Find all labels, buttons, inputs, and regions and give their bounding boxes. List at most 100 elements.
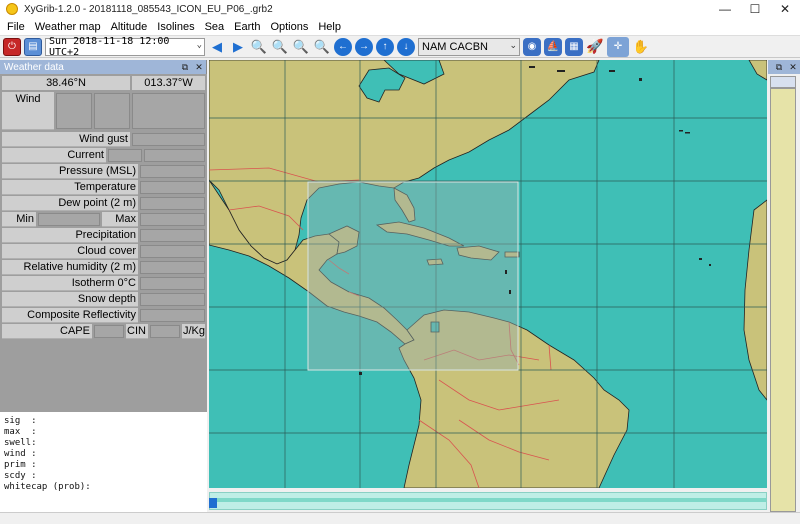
island xyxy=(679,130,683,132)
wind-row: Wind xyxy=(0,92,207,130)
chevron-down-icon: ⌄ xyxy=(196,39,202,50)
min-max-row: Min Max xyxy=(0,212,207,227)
menu-help[interactable]: Help xyxy=(313,21,346,33)
island xyxy=(359,372,362,375)
slider-track[interactable] xyxy=(209,492,767,510)
temperature-row: Temperature xyxy=(0,180,207,195)
wind-cell xyxy=(56,93,92,129)
move-right-icon[interactable]: → xyxy=(355,37,373,56)
float-icon[interactable]: ⧉ xyxy=(178,62,192,73)
reflectivity-value xyxy=(140,309,205,322)
island xyxy=(529,66,535,68)
close-button[interactable]: ✕ xyxy=(770,2,800,16)
panel-title: Weather data xyxy=(4,61,64,73)
panel-header: Weather data ⧉ ✕ xyxy=(0,60,206,74)
wave-line: sig : xyxy=(4,416,37,426)
color-scale-bar xyxy=(770,88,796,512)
current-row: Current xyxy=(0,148,207,163)
zoom-out-icon[interactable]: 🔍 xyxy=(271,38,289,56)
precipitation-row: Precipitation xyxy=(0,228,207,243)
cin-label: CIN xyxy=(127,325,146,337)
status-bar xyxy=(0,512,800,524)
zoom-selection-icon[interactable]: 🔍 xyxy=(313,38,331,56)
wind-gust-row: Wind gust xyxy=(0,132,207,147)
minimize-button[interactable]: — xyxy=(710,2,740,16)
pressure-row: Pressure (MSL) xyxy=(0,164,207,179)
snow-depth-value xyxy=(140,293,205,306)
wind-gust-value xyxy=(132,133,205,146)
island xyxy=(609,70,615,72)
move-left-icon[interactable]: ← xyxy=(334,37,352,56)
weather-data-panel: Weather data ⧉ ✕ 38.46°N 013.37°W Wind W… xyxy=(0,60,207,512)
model-select-value: NAM CACBN xyxy=(422,40,489,53)
next-date-icon[interactable]: ▶ xyxy=(229,38,247,56)
meteotable-icon[interactable]: ▦ xyxy=(565,37,583,56)
boat-icon[interactable]: ⛵ xyxy=(544,37,562,56)
island xyxy=(709,264,711,266)
zoom-in-icon[interactable]: 🔍 xyxy=(250,38,268,56)
color-scale-panel: ⧉ ✕ xyxy=(768,60,800,512)
cloud-cover-row: Cloud cover xyxy=(0,244,207,259)
island xyxy=(639,78,642,81)
precipitation-value xyxy=(140,229,205,242)
max-label: Max xyxy=(115,213,136,225)
crosshair-icon[interactable]: ✛ xyxy=(607,36,629,57)
date-select[interactable]: Sun 2018-11-18 12:00 UTC+2 ⌄ xyxy=(45,36,205,58)
app-icon xyxy=(6,3,18,15)
power-icon[interactable]: ⏻ xyxy=(3,37,21,56)
move-up-icon[interactable]: ↑ xyxy=(376,37,394,56)
menu-bar: File Weather map Altitude Isolines Sea E… xyxy=(0,18,800,36)
menu-earth[interactable]: Earth xyxy=(229,21,265,33)
wave-line: max : xyxy=(4,427,37,437)
wave-line: whitecap (prob): xyxy=(4,482,91,492)
temperature-label: Temperature xyxy=(74,181,136,193)
wave-line: wind : xyxy=(4,449,37,459)
open-file-icon[interactable]: ▤ xyxy=(24,37,42,56)
wind-gust-label: Wind gust xyxy=(79,133,128,145)
jkg-label: J/Kg xyxy=(182,325,205,337)
island xyxy=(685,132,690,134)
close-panel-icon[interactable]: ✕ xyxy=(786,62,800,73)
globe-download-icon[interactable]: ◉ xyxy=(523,37,541,56)
time-slider[interactable] xyxy=(209,490,767,512)
precipitation-label: Precipitation xyxy=(75,229,136,241)
wave-info-area: sig : max : swell: wind : prim : scdy : … xyxy=(0,412,207,512)
isotherm-row: Isotherm 0°C xyxy=(0,276,207,291)
menu-altitude[interactable]: Altitude xyxy=(106,21,153,33)
max-value xyxy=(140,213,205,226)
hand-pan-icon[interactable]: ✋ xyxy=(632,38,650,56)
color-scale-top xyxy=(770,76,796,88)
model-area-highlight xyxy=(307,181,519,371)
wind-cell xyxy=(132,93,205,129)
menu-isolines[interactable]: Isolines xyxy=(152,21,199,33)
wind-label: Wind xyxy=(15,93,41,105)
island xyxy=(509,290,511,294)
menu-file[interactable]: File xyxy=(2,21,30,33)
move-down-icon[interactable]: ↓ xyxy=(397,37,415,56)
previous-date-icon[interactable]: ◀ xyxy=(208,38,226,56)
map-svg xyxy=(209,60,767,488)
menu-sea[interactable]: Sea xyxy=(200,21,230,33)
toolbar: ⏻ ▤ Sun 2018-11-18 12:00 UTC+2 ⌄ ◀ ▶ 🔍 🔍… xyxy=(0,36,800,58)
weather-map[interactable] xyxy=(209,60,767,488)
model-select[interactable]: NAM CACBN ⌄ xyxy=(418,37,520,56)
longitude-value: 013.37°W xyxy=(132,76,205,90)
cape-value xyxy=(94,325,124,338)
snow-depth-label: Snow depth xyxy=(77,293,136,305)
current-value xyxy=(144,149,205,162)
rocket-icon[interactable]: 🚀 xyxy=(586,38,604,56)
pressure-value xyxy=(140,165,205,178)
float-icon[interactable]: ⧉ xyxy=(772,62,786,73)
dew-point-label: Dew point (2 m) xyxy=(58,197,136,209)
current-label: Current xyxy=(67,149,104,161)
humidity-row: Relative humidity (2 m) xyxy=(0,260,207,275)
menu-options[interactable]: Options xyxy=(265,21,313,33)
chevron-down-icon: ⌄ xyxy=(509,39,517,50)
wave-line: scdy : xyxy=(4,471,37,481)
slider-handle[interactable] xyxy=(209,498,217,508)
zoom-fit-icon[interactable]: 🔍 xyxy=(292,38,310,56)
maximize-button[interactable]: ☐ xyxy=(740,2,770,16)
close-panel-icon[interactable]: ✕ xyxy=(192,62,206,73)
wave-line: prim : xyxy=(4,460,37,470)
menu-weather-map[interactable]: Weather map xyxy=(30,21,106,33)
